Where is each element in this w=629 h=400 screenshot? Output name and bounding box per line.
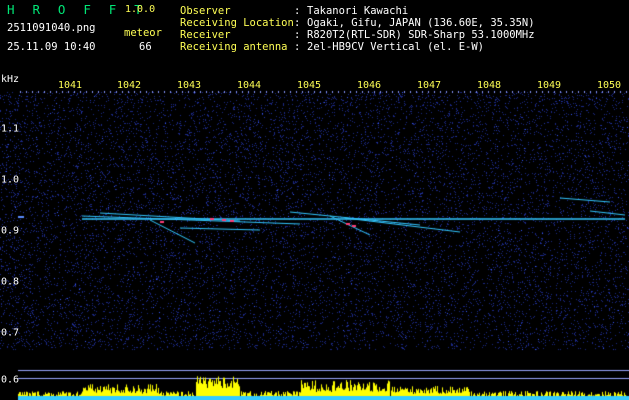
file-name: 2511091040.png [7,22,96,34]
y-tick-label: 0.8 [1,276,20,288]
info-sep-antenna: : [294,41,301,53]
meteor-label: meteor [124,27,162,39]
axis-unit-label: kHz [1,74,20,85]
info-label-observer: Observer [180,5,231,17]
x-tick-label: 1045 [296,80,322,91]
y-tick-label: 1.1 [1,123,20,135]
x-tick-label: 1041 [57,80,83,91]
meteor-count: 66 [139,41,152,53]
info-value-antenna: 2el-HB9CV Vertical (el. E-W) [307,41,485,53]
app-version: 1.0.0 [125,4,156,15]
y-tick-label: 0.9 [1,225,20,237]
x-tick-label: 1050 [596,80,622,91]
spectrogram-panel: kHz 1041 1042 1043 1044 1045 1046 1047 1… [0,74,629,400]
x-tick-label: 1046 [356,80,382,91]
info-sep-observer: : [294,5,301,17]
x-tick-label: 1047 [416,80,442,91]
info-value-observer: Takanori Kawachi [307,5,409,17]
x-tick-label: 1044 [236,80,262,91]
x-tick-label: 1042 [116,80,142,91]
info-label-antenna: Receiving antenna [180,41,288,53]
y-tick-label: 0.6 [1,374,20,386]
info-value-receiver: R820T2(RTL-SDR) SDR-Sharp 53.1000MHz [307,29,535,41]
info-label-location: Receiving Location [180,17,294,29]
x-tick-label: 1043 [176,80,202,91]
info-label-receiver: Receiver [180,29,231,41]
x-tick-label: 1049 [536,80,562,91]
info-sep-receiver: : [294,29,301,41]
spectrogram-canvas [0,78,629,400]
x-tick-label: 1048 [476,80,502,91]
info-sep-location: : [294,17,301,29]
info-value-location: Ogaki, Gifu, JAPAN (136.60E, 35.35N) [307,17,535,29]
header-panel: H R O F F T 1.0.0 2511091040.png meteor … [0,0,629,78]
y-tick-label: 1.0 [1,174,20,186]
y-tick-label: 0.7 [1,327,20,339]
file-timestamp: 25.11.09 10:40 [7,41,96,53]
